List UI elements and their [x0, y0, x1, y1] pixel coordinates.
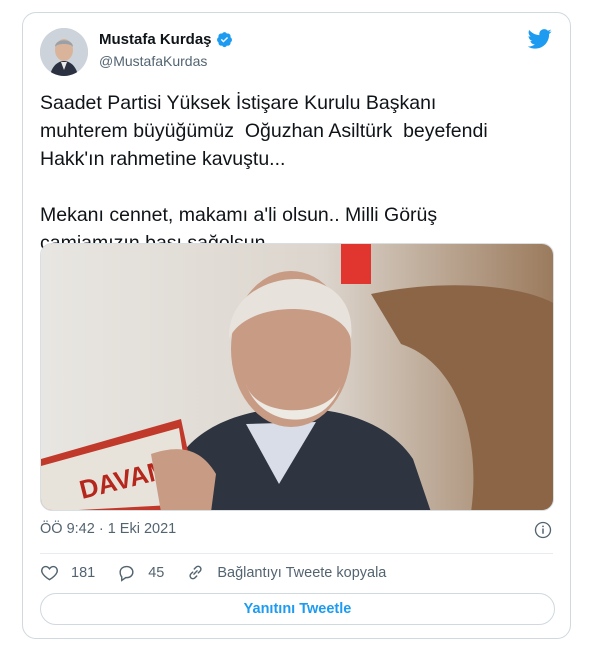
tweet-actions: 181 45 Bağlantıyı Tweete kopyala — [40, 563, 408, 582]
avatar[interactable] — [40, 28, 88, 76]
tweet-photo[interactable]: DAVAM — [40, 243, 554, 511]
info-icon[interactable] — [534, 521, 552, 539]
copy-link-label: Bağlantıyı Tweete kopyala — [217, 564, 387, 581]
author-name-row: Mustafa Kurdaş — [99, 31, 233, 48]
tweet-text: Saadet Partisi Yüksek İstişare Kurulu Ba… — [40, 92, 488, 254]
reply-tweet-button[interactable]: Yanıtını Tweetle — [40, 593, 555, 625]
verified-badge-icon — [216, 32, 232, 48]
tweet-timestamp[interactable]: ÖÖ 9:42 · 1 Eki 2021 — [40, 521, 176, 537]
reply-icon — [119, 565, 134, 582]
copy-link-button[interactable]: Bağlantıyı Tweete kopyala — [186, 563, 386, 582]
like-count: 181 — [71, 564, 96, 581]
author-name[interactable]: Mustafa Kurdaş — [99, 31, 212, 48]
link-icon — [189, 565, 202, 580]
like-button[interactable]: 181 — [40, 563, 95, 582]
heart-icon — [41, 565, 58, 581]
divider — [40, 553, 553, 554]
twitter-bird-icon[interactable] — [528, 29, 552, 49]
reply-count: 45 — [148, 564, 165, 581]
tweet-card: Mustafa Kurdaş @MustafaKurdas Saadet Par… — [22, 12, 571, 639]
author-handle[interactable]: @MustafaKurdas — [99, 53, 207, 69]
reply-count-button[interactable]: 45 — [117, 563, 164, 582]
